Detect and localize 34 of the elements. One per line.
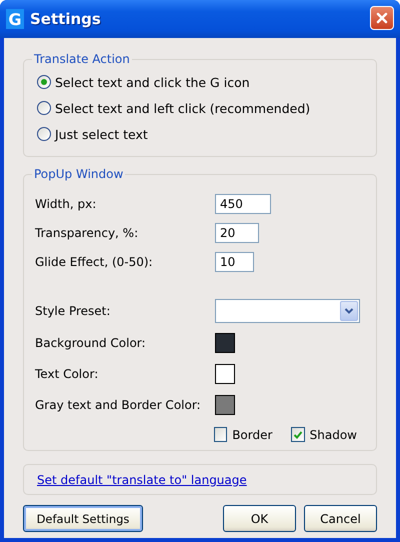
button[interactable]: Cancel	[304, 505, 377, 532]
field-label: Transparency, %:	[35, 226, 140, 240]
app-logo-icon: G	[6, 9, 24, 29]
button[interactable]: Default Settings	[23, 505, 143, 532]
checkbox[interactable]	[291, 427, 305, 442]
color-swatch[interactable]	[215, 364, 235, 384]
input-field[interactable]: 20	[215, 222, 259, 242]
close-icon[interactable]	[376, 12, 388, 24]
group-title: Translate Action	[32, 52, 132, 66]
window-title: Settings	[30, 10, 102, 28]
field-label: Glide Effect, (0-50):	[35, 254, 154, 268]
option-label[interactable]: Select text and click the G icon	[55, 74, 250, 90]
checkbox-label[interactable]: Border	[232, 428, 272, 442]
close-button[interactable]	[370, 6, 394, 30]
option-label[interactable]: Just select text	[55, 126, 148, 142]
field-label: Style Preset:	[35, 304, 112, 318]
field-label: Background Color:	[35, 336, 147, 350]
field-label: Width, px:	[35, 196, 98, 210]
checkbox[interactable]	[214, 427, 228, 442]
dropdown[interactable]	[215, 299, 360, 323]
input-field[interactable]: 10	[215, 252, 254, 272]
radio-button[interactable]	[37, 101, 51, 115]
button[interactable]: OK	[223, 505, 296, 532]
link[interactable]: Set default "translate to" language	[37, 472, 247, 486]
radio-button[interactable]	[37, 75, 51, 89]
radio-button[interactable]	[37, 127, 51, 141]
group-title: PopUp Window	[32, 167, 126, 181]
field-label: Gray text and Border Color:	[35, 398, 202, 412]
option-label[interactable]: Select text and left click (recommended)	[55, 100, 310, 116]
checkbox-label[interactable]: Shadow	[310, 428, 357, 442]
input-field[interactable]: 450	[215, 194, 271, 214]
field-label: Text Color:	[35, 367, 100, 381]
color-swatch[interactable]	[215, 333, 235, 353]
color-swatch[interactable]	[215, 395, 235, 415]
